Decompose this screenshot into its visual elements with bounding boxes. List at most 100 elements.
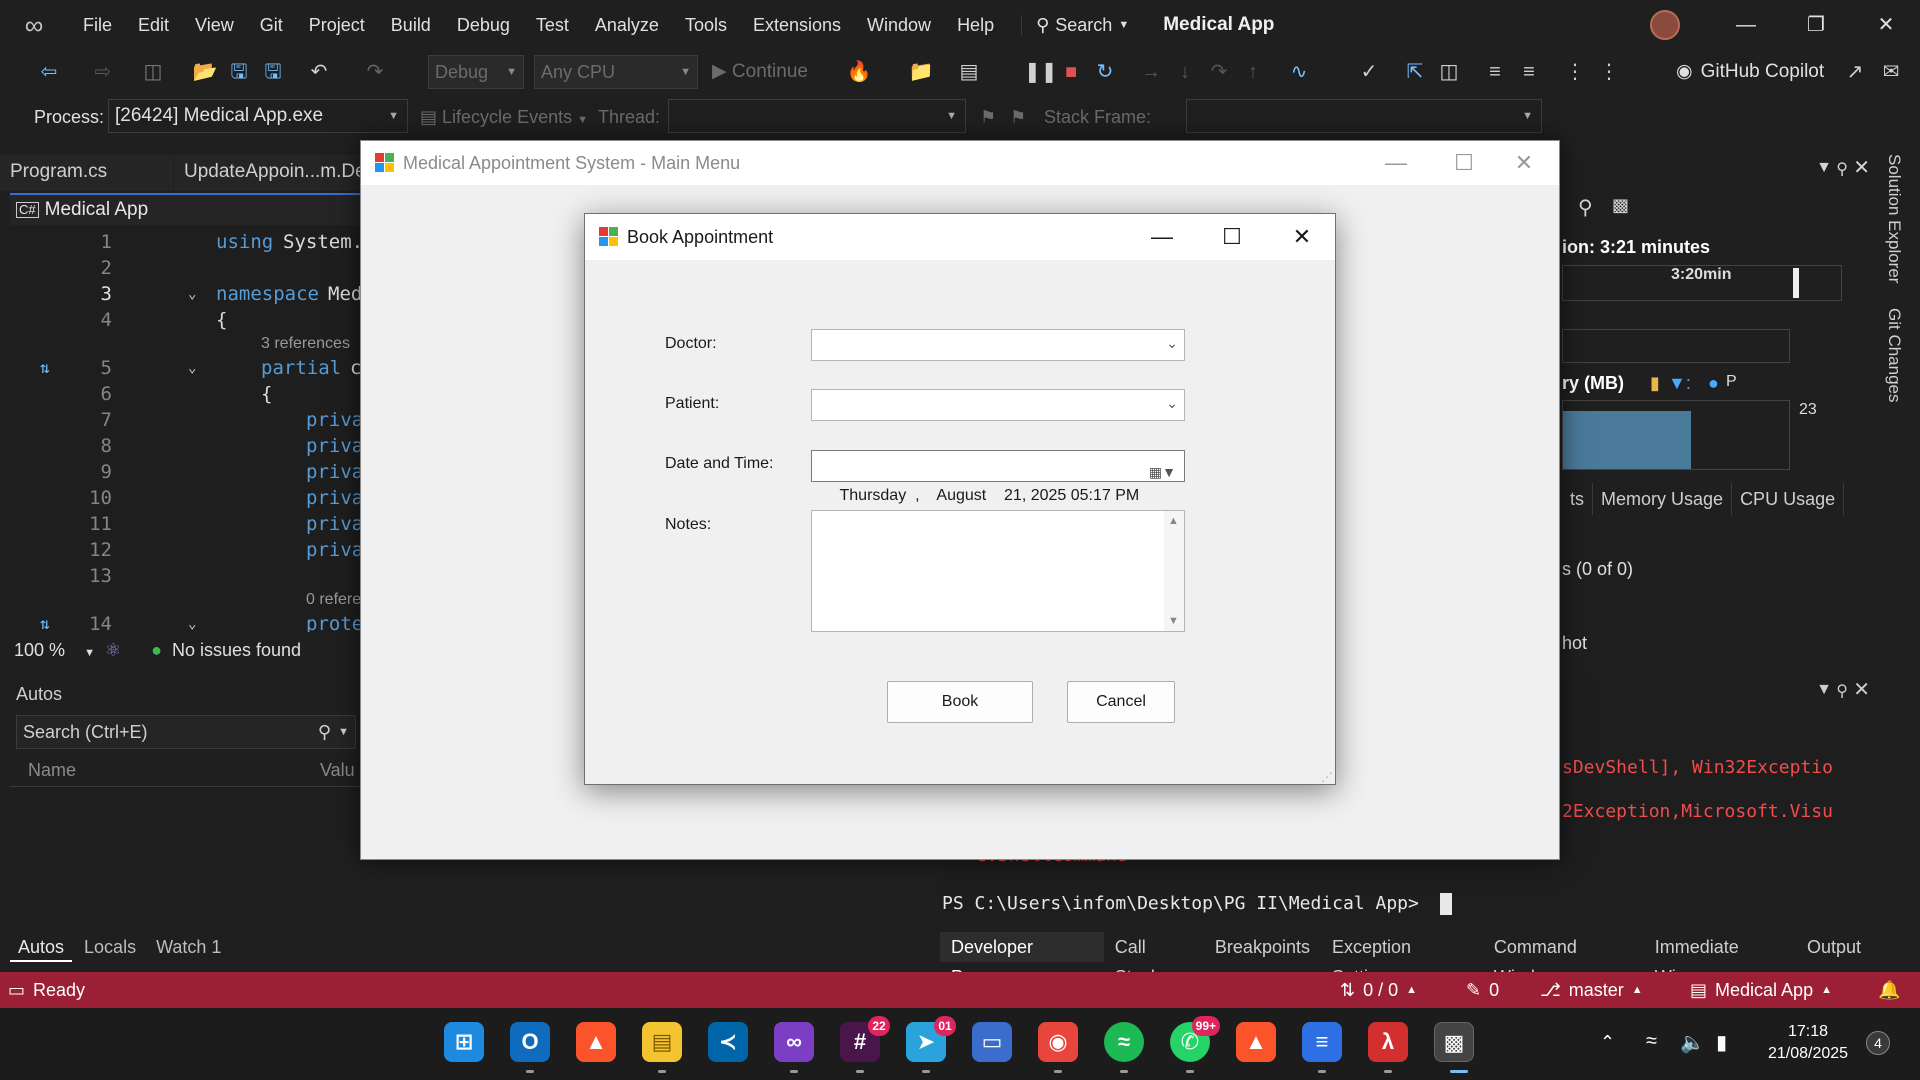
spotify-icon[interactable]: ≈ [1104, 1022, 1144, 1062]
column-name[interactable]: Name [10, 753, 320, 786]
lifecycle-events-button[interactable]: ▤ Lifecycle Events ▼ [420, 95, 588, 142]
ready-status[interactable]: ▭ Ready [8, 972, 85, 1008]
book-appointment-title-bar[interactable]: Book Appointment — ☐ ✕ [585, 214, 1335, 260]
minimize-button[interactable]: — [1127, 214, 1197, 260]
platform-dropdown[interactable]: Any CPU ▼ [534, 55, 698, 89]
events-count[interactable]: s (0 of 0) [1562, 559, 1633, 580]
patient-dropdown[interactable]: ⌄ [811, 389, 1185, 421]
wifi-icon[interactable]: ≈ [1646, 1030, 1657, 1053]
whatsapp-icon[interactable]: ✆ 99+ [1170, 1016, 1220, 1062]
doctor-dropdown[interactable]: ⌄ [811, 329, 1185, 361]
pending-edits-status[interactable]: ✎ 0 [1466, 972, 1499, 1008]
brave-browser-icon[interactable]: ▲ [576, 1022, 616, 1062]
new-item-icon[interactable]: ◫ [140, 58, 166, 86]
medical-app-taskbar-icon[interactable]: ▩ [1434, 1022, 1474, 1062]
menu-view[interactable]: View [182, 0, 247, 50]
issues-status[interactable]: No issues found [172, 640, 301, 661]
tab-exception-settings[interactable]: Exception Settin... [1321, 932, 1483, 987]
save-all-icon[interactable]: 🖫 [260, 58, 286, 86]
memory-chart[interactable]: 23 [1562, 400, 1817, 470]
indent-icon[interactable]: ≡ [1482, 58, 1508, 86]
slack-icon[interactable]: # 22 [840, 1016, 890, 1062]
scroll-up-icon[interactable]: ▲ [1168, 515, 1179, 527]
visual-studio-icon[interactable]: ∞ [774, 1022, 814, 1062]
undo-icon[interactable]: ↶ [306, 58, 332, 86]
tab-output[interactable]: Output [1796, 932, 1872, 962]
maximize-button[interactable]: ☐ [1197, 214, 1267, 260]
chrome-icon[interactable]: ◉ [1038, 1022, 1078, 1062]
step-out-icon[interactable]: ↑ [1240, 58, 1266, 86]
menu-git[interactable]: Git [247, 0, 296, 50]
stop-icon[interactable]: ■ [1058, 58, 1084, 86]
continue-button[interactable]: ▶ Continue [712, 58, 808, 86]
step-into-icon[interactable]: ↓ [1172, 58, 1198, 86]
show-flagged-icon[interactable]: ⚑ [1010, 95, 1026, 139]
battery-icon[interactable]: ▮ [1716, 1030, 1727, 1055]
solution-explorer-tab[interactable]: Solution Explorer [1884, 154, 1904, 283]
calendar-dropdown-icon[interactable]: ▦▼ [1149, 457, 1176, 487]
chevron-down-icon[interactable]: ▼ [1816, 159, 1832, 177]
select-element-icon[interactable]: ⇱ [1402, 58, 1428, 86]
uncomment-icon[interactable]: ⋮ [1596, 58, 1622, 86]
tab-breakpoints[interactable]: Breakpoints [1204, 932, 1321, 962]
flag-thread-icon[interactable]: ⚑ [980, 95, 996, 139]
close-button[interactable]: ✕ [1856, 0, 1916, 50]
menu-debug[interactable]: Debug [444, 0, 523, 50]
volume-icon[interactable]: 🔈 [1680, 1030, 1705, 1055]
project-navigation-bar[interactable]: C# Medical App [10, 193, 362, 225]
menu-edit[interactable]: Edit [125, 0, 182, 50]
windows-start-icon[interactable]: ⊞ [444, 1022, 484, 1062]
codelens[interactable]: 0 refere [10, 587, 362, 613]
azure-data-studio-icon[interactable]: ≡ [1302, 1022, 1342, 1062]
hot-reload-icon[interactable]: 🔥 [846, 58, 872, 86]
pin-icon[interactable]: ⚲ [1836, 681, 1848, 701]
tab-call-stack[interactable]: Call Stack [1104, 932, 1204, 987]
column-value[interactable]: Valu [320, 753, 355, 786]
configuration-dropdown[interactable]: Debug ▼ [428, 55, 524, 89]
search-button[interactable]: ⚲ Search ▼ [1021, 14, 1129, 36]
compare-icon[interactable]: ◫ [1436, 58, 1462, 86]
avatar[interactable] [1650, 10, 1680, 40]
tab-cpu-usage[interactable]: CPU Usage [1732, 483, 1845, 515]
date-time-picker[interactable]: Thursday , August 21, 2025 05:17 PM ▦▼ [811, 450, 1185, 504]
minimize-button[interactable]: — [1361, 141, 1431, 185]
code-editor[interactable]: 1 using System. 2 3 ⌄ namespace Med 4 { … [10, 227, 362, 632]
menu-project[interactable]: Project [296, 0, 378, 50]
chevron-down-icon[interactable]: ▼ [338, 716, 349, 748]
show-next-statement-icon[interactable]: → [1138, 58, 1164, 86]
zoom-icon[interactable]: ⚲ [1578, 195, 1593, 220]
menu-file[interactable]: File [70, 0, 125, 50]
tab-locals[interactable]: Locals [76, 932, 144, 962]
snapshot-text[interactable]: hot [1562, 633, 1587, 654]
notifications-bell-icon[interactable]: 🔔 [1878, 972, 1900, 1008]
close-button[interactable]: ✕ [1267, 214, 1337, 260]
github-copilot-button[interactable]: ◉ GitHub Copilot [1676, 58, 1824, 86]
tab-update-appointment[interactable]: UpdateAppoin...m.De [174, 155, 362, 191]
close-icon[interactable]: ✕ [1853, 155, 1870, 180]
back-icon[interactable]: ⇦ [36, 58, 62, 86]
show-hidden-icons-icon[interactable]: ⌃ [1600, 1032, 1615, 1053]
git-changes-tab[interactable]: Git Changes [1884, 308, 1904, 403]
clock[interactable]: 17:18 21/08/2025 [1760, 1021, 1856, 1065]
menu-tools[interactable]: Tools [672, 0, 740, 50]
process-dropdown[interactable]: [26424] Medical App.exe ▼ [108, 99, 408, 133]
collapse-icon[interactable]: ⌄ [188, 281, 196, 307]
bookmark-up-icon[interactable]: ⇅ [40, 355, 50, 381]
restart-icon[interactable]: ↻ [1092, 58, 1118, 86]
tab-command-window[interactable]: Command Wind... [1483, 932, 1644, 987]
menu-window[interactable]: Window [854, 0, 944, 50]
brave-beta-icon[interactable]: ▲ [1236, 1022, 1276, 1062]
collapse-icon[interactable]: ⌄ [188, 611, 196, 632]
forward-icon[interactable]: ⇨ [90, 58, 116, 86]
tab-memory-usage[interactable]: Memory Usage [1593, 483, 1733, 515]
branch-status[interactable]: ⎇ master ▲ [1540, 972, 1643, 1008]
chevron-down-icon[interactable]: ▼ [1816, 681, 1832, 699]
acrobat-icon[interactable]: λ [1368, 1022, 1408, 1062]
redo-icon[interactable]: ↷ [362, 58, 388, 86]
git-changes-status[interactable]: ⇅ 0 / 0 ▲ [1340, 972, 1417, 1008]
resize-grip-icon[interactable]: ⋰ [1321, 770, 1333, 784]
vscode-icon[interactable]: ≺ [708, 1022, 748, 1062]
open-in-explorer-icon[interactable]: 📁 [908, 58, 934, 86]
menu-analyze[interactable]: Analyze [582, 0, 672, 50]
menu-extensions[interactable]: Extensions [740, 0, 854, 50]
